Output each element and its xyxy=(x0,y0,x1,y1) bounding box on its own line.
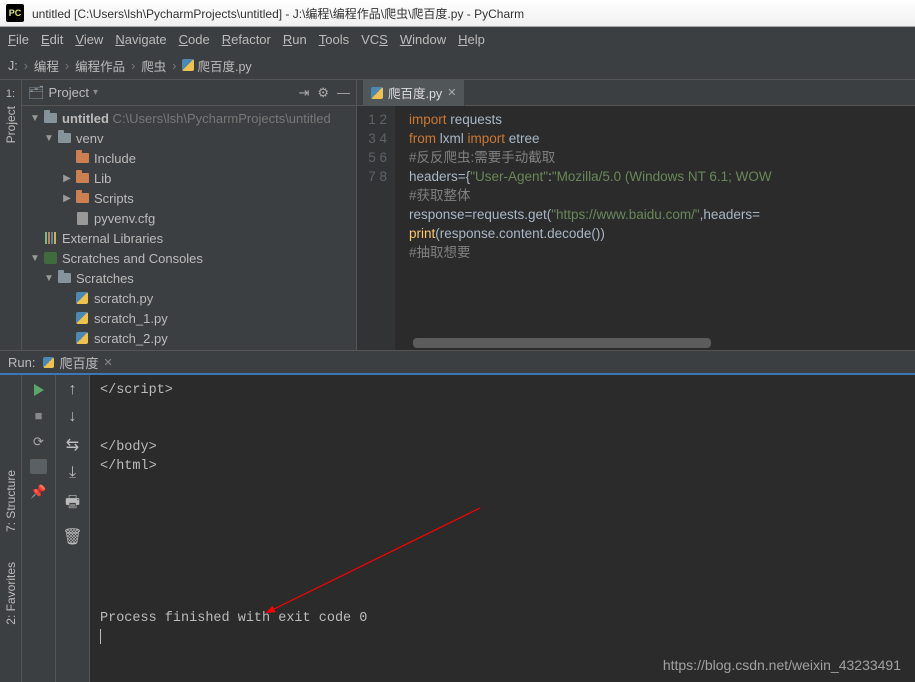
gear-icon[interactable]: ⚙ xyxy=(317,85,329,101)
chevron-right-icon: › xyxy=(24,59,28,73)
rerun-icon[interactable]: ⟳ xyxy=(30,433,47,450)
layout-icon[interactable] xyxy=(30,459,47,474)
menu-item[interactable]: Run xyxy=(283,32,307,47)
close-icon[interactable]: ✕ xyxy=(447,86,456,99)
menu-item[interactable]: Refactor xyxy=(222,32,271,47)
py-file-i xyxy=(74,291,90,305)
project-tab-number: 1: xyxy=(6,88,15,100)
menu-item[interactable]: Edit xyxy=(41,32,63,47)
tree-item[interactable]: scratch.py xyxy=(22,288,356,308)
breadcrumb-item[interactable]: 爬虫 xyxy=(141,56,166,75)
breadcrumb-item[interactable]: J: xyxy=(8,59,18,73)
folder-i xyxy=(42,111,58,125)
run-header-label: Run: xyxy=(8,355,35,370)
run-toolbar-left: ■ ⟳ 📌 xyxy=(22,375,56,682)
lib-i xyxy=(42,231,58,245)
run-icon[interactable] xyxy=(30,381,47,398)
breadcrumb-item[interactable]: 爬百度.py xyxy=(182,56,251,75)
menu-item[interactable]: View xyxy=(75,32,103,47)
menu-item[interactable]: File xyxy=(8,32,29,47)
editor[interactable]: 1 2 3 4 5 6 7 8 import requests from lxm… xyxy=(357,106,915,350)
scroll-to-end-icon[interactable]: ⤓ xyxy=(69,464,76,482)
menu-item[interactable]: Code xyxy=(179,32,210,47)
code-content[interactable]: import requests from lxml import etree #… xyxy=(395,106,915,350)
collapse-all-icon[interactable]: ⇥ xyxy=(298,85,309,101)
favorites-side-tab[interactable]: 2: Favorites xyxy=(4,562,18,625)
tree-item[interactable]: ▶Scripts xyxy=(22,188,356,208)
project-tree[interactable]: ▼untitled C:\Users\lsh\PycharmProjects\u… xyxy=(22,106,356,350)
editor-tabs: 爬百度.py ✕ xyxy=(357,80,915,106)
python-file-icon xyxy=(43,357,54,368)
folder-o xyxy=(74,191,90,205)
tree-item[interactable]: ▼venv xyxy=(22,128,356,148)
tree-item[interactable]: Include xyxy=(22,148,356,168)
editor-tab[interactable]: 爬百度.py ✕ xyxy=(363,80,465,106)
close-icon[interactable]: ✕ xyxy=(103,356,112,369)
folder-o xyxy=(74,171,90,185)
run-tab-label: 爬百度 xyxy=(59,353,98,372)
run-output[interactable]: </script​> </body> </html> Process finis… xyxy=(90,375,915,682)
project-tab-label: Project xyxy=(4,106,18,143)
breadcrumb: J: › 编程 › 编程作品 › 爬虫 › 爬百度.py xyxy=(0,52,915,80)
run-toolbar-right: ↑ ↓ ⇆ ⤓ 🖶 🗑 xyxy=(56,375,90,682)
menu-item[interactable]: Window xyxy=(400,32,446,47)
line-gutter: 1 2 3 4 5 6 7 8 xyxy=(357,106,395,350)
python-file-icon xyxy=(371,87,383,99)
editor-tab-label: 爬百度.py xyxy=(388,83,442,102)
soft-wrap-icon[interactable]: ⇆ xyxy=(66,435,79,455)
stop-icon[interactable]: ■ xyxy=(30,407,47,424)
run-panel-header: Run: 爬百度 ✕ xyxy=(0,351,915,375)
chevron-right-icon: › xyxy=(172,59,176,73)
tree-item[interactable]: scratch_2.py xyxy=(22,328,356,348)
pin-icon[interactable]: 📌 xyxy=(30,483,47,500)
chevron-right-icon: › xyxy=(65,59,69,73)
tree-item[interactable]: ▶Lib xyxy=(22,168,356,188)
menu-item[interactable]: Help xyxy=(458,32,485,47)
structure-side-tab[interactable]: 7: Structure xyxy=(4,470,18,532)
tree-item[interactable]: scratch_1.py xyxy=(22,308,356,328)
file-i xyxy=(74,211,90,225)
project-panel: 🗂 Project ▾ ⇥ ⚙ — ▼untitled C:\Users\lsh… xyxy=(22,80,357,350)
project-panel-title[interactable]: Project xyxy=(49,85,89,100)
menubar: File Edit View Navigate Code Refactor Run Tools… xyxy=(0,27,915,52)
folder-i xyxy=(56,271,72,285)
run-config-tab[interactable]: 爬百度 ✕ xyxy=(43,353,112,372)
trash-icon[interactable]: 🗑 xyxy=(62,527,82,547)
tree-item[interactable]: ▼Scratches xyxy=(22,268,356,288)
tree-item[interactable]: ▼untitled C:\Users\lsh\PycharmProjects\u… xyxy=(22,108,356,128)
chevron-right-icon: › xyxy=(131,59,135,73)
left-side-tabs: 7: Structure 2: Favorites xyxy=(0,440,22,681)
watermark: https://blog.csdn.net/weixin_43233491 xyxy=(663,657,901,673)
run-panel: Run: 爬百度 ✕ ■ ⟳ 📌 ↑ ↓ ⇆ ⤓ 🖶 🗑 </script​> … xyxy=(0,350,915,682)
project-scope-icon[interactable]: 🗂 xyxy=(28,85,45,101)
editor-area: 爬百度.py ✕ 1 2 3 4 5 6 7 8 import requests… xyxy=(357,80,915,350)
app-icon: PC xyxy=(6,4,24,22)
py-file-i xyxy=(74,331,90,345)
window-title: untitled [C:\Users\lsh\PycharmProjects\u… xyxy=(30,5,915,22)
hide-panel-icon[interactable]: — xyxy=(337,85,350,100)
breadcrumb-item[interactable]: 编程 xyxy=(34,56,59,75)
tree-item[interactable]: pyvenv.cfg xyxy=(22,208,356,228)
menu-item[interactable]: VCS xyxy=(361,32,388,47)
breadcrumb-item[interactable]: 编程作品 xyxy=(75,56,125,75)
tree-item[interactable]: External Libraries xyxy=(22,228,356,248)
titlebar: PC untitled [C:\Users\lsh\PycharmProject… xyxy=(0,0,915,27)
project-side-tab[interactable]: 1: Project xyxy=(0,80,22,350)
print-icon[interactable]: 🖶 xyxy=(65,491,80,518)
py-file-i xyxy=(74,311,90,325)
horizontal-scrollbar[interactable] xyxy=(413,338,909,348)
up-arrow-icon[interactable]: ↑ xyxy=(69,381,77,399)
scratch-i xyxy=(42,251,58,265)
tree-item[interactable]: ▼Scratches and Consoles xyxy=(22,248,356,268)
chevron-down-icon[interactable]: ▾ xyxy=(93,87,98,98)
menu-item[interactable]: Tools xyxy=(319,32,349,47)
menu-item[interactable]: Navigate xyxy=(115,32,166,47)
down-arrow-icon[interactable]: ↓ xyxy=(69,408,77,426)
folder-o xyxy=(74,151,90,165)
folder-i xyxy=(56,131,72,145)
project-panel-header: 🗂 Project ▾ ⇥ ⚙ — xyxy=(22,80,356,106)
